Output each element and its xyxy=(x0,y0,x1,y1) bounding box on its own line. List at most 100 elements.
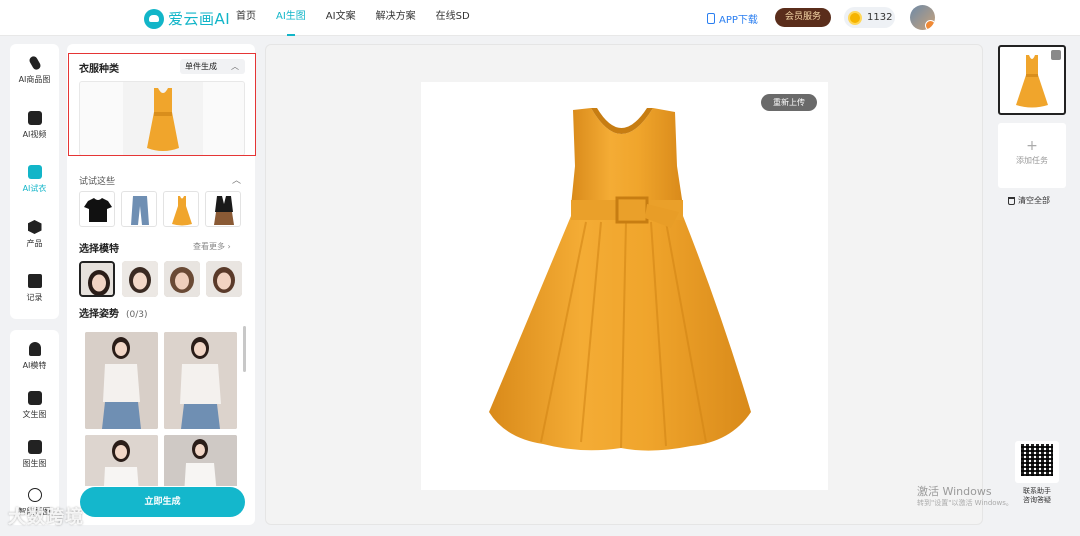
tshirt-icon xyxy=(84,198,112,222)
dress-icon xyxy=(172,196,192,226)
sidebar-item-label: AI模特 xyxy=(22,361,47,370)
phone-icon xyxy=(707,13,715,24)
nav-online-sd[interactable]: 在线SD xyxy=(436,0,470,36)
sidebar-item-label: 记录 xyxy=(26,293,43,302)
sidebar-item-label: 产品 xyxy=(26,239,43,248)
sidebar-item-ai-video[interactable]: AI视频 xyxy=(10,111,59,140)
sample-suit[interactable] xyxy=(205,191,241,227)
coin-balance-value: 1132 xyxy=(867,12,893,23)
sample-jeans[interactable] xyxy=(121,191,157,227)
nav-solutions[interactable]: 解决方案 xyxy=(376,0,416,36)
main-nav: 首页 AI生图 AI文案 解决方案 在线SD xyxy=(236,0,490,36)
pose-option-3[interactable] xyxy=(85,435,158,486)
model-option-2[interactable] xyxy=(122,261,158,297)
chevron-up-icon[interactable]: ︿ xyxy=(232,173,241,186)
windows-activation-hint: 转到"设置"以激活 Windows。 xyxy=(917,499,1013,507)
sample-tshirt[interactable] xyxy=(79,191,115,227)
try-these-title: 试试这些 xyxy=(79,177,116,187)
reupload-button[interactable]: 重新上传 xyxy=(761,94,817,111)
brush-icon xyxy=(27,54,42,72)
config-panel: 衣服种类 单件生成 ︿ 试试这些 ︿ 选择模特 查看更多 › 选择姿势 (0/3… xyxy=(67,44,255,525)
sidebar-item-label: AI试衣 xyxy=(22,184,47,193)
pose-list xyxy=(79,326,245,486)
see-more-link[interactable]: 查看更多 › xyxy=(193,241,231,252)
suit-icon xyxy=(214,196,234,225)
qr-label: 联系助手 咨询答疑 xyxy=(1019,487,1055,505)
app-download-label: APP下载 xyxy=(719,15,758,26)
generate-now-button[interactable]: 立即生成 xyxy=(80,487,245,517)
video-icon xyxy=(27,111,42,125)
windows-activation-title: 激活 Windows xyxy=(917,485,992,498)
sidebar-item-image-to-image[interactable]: 图生图 xyxy=(10,440,59,469)
cube-icon xyxy=(27,220,42,234)
choose-model-title: 选择模特 xyxy=(79,244,119,255)
single-generate-label: 单件生成 xyxy=(185,62,217,71)
sidebar-item-label: AI视频 xyxy=(22,130,47,139)
model-option-1[interactable] xyxy=(79,261,115,297)
model-face-icon xyxy=(206,261,242,297)
qr-code-icon xyxy=(1021,444,1053,476)
model-option-4[interactable] xyxy=(206,261,242,297)
garment-preview[interactable]: 重新上传 xyxy=(421,82,828,490)
sidebar-item-ai-model[interactable]: AI模特 xyxy=(10,342,59,371)
choose-pose-label: 选择姿势 xyxy=(79,309,119,320)
add-task-button[interactable]: + 添加任务 xyxy=(998,123,1066,188)
nav-ai-copy[interactable]: AI文案 xyxy=(326,0,356,36)
pose-option-4[interactable] xyxy=(164,435,237,486)
app-download-link[interactable]: APP下载 xyxy=(707,11,758,26)
dress-thumbnail-icon xyxy=(147,88,179,151)
single-generate-dropdown[interactable]: 单件生成 ︿ xyxy=(180,59,245,74)
pose-option-2[interactable] xyxy=(164,332,237,429)
sidebar-item-label: 图生图 xyxy=(22,459,47,468)
nav-ai-image[interactable]: AI生图 xyxy=(276,0,306,36)
sample-dress[interactable] xyxy=(163,191,199,227)
coin-icon xyxy=(848,10,862,25)
sidebar-item-label: AI商品图 xyxy=(18,75,51,84)
delete-task-icon[interactable] xyxy=(1051,50,1061,60)
qr-label-line1: 联系助手 xyxy=(1023,487,1051,495)
brand-watermark: 大数跨境 xyxy=(8,507,84,528)
sidebar-tools: AI商品图 AI视频 AI试衣 产品 记录 xyxy=(10,44,59,319)
nav-home[interactable]: 首页 xyxy=(236,0,256,36)
clipboard-icon xyxy=(27,274,42,288)
sidebar-item-product[interactable]: 产品 xyxy=(10,220,59,249)
pose-count: (0/3) xyxy=(125,310,148,320)
sidebar-generators: AI模特 文生图 图生图 智能拓图 xyxy=(10,330,59,525)
cloud-logo-icon xyxy=(144,8,164,29)
tryon-icon xyxy=(27,165,42,179)
user-avatar[interactable] xyxy=(910,5,935,30)
qr-label-line2: 咨询答疑 xyxy=(1023,496,1051,504)
sidebar-item-ai-product[interactable]: AI商品图 xyxy=(10,54,59,85)
sidebar-item-label: 文生图 xyxy=(22,410,47,419)
model-option-3[interactable] xyxy=(164,261,200,297)
image-image-icon xyxy=(27,440,42,454)
sidebar-item-ai-tryon[interactable]: AI试衣 xyxy=(10,165,59,194)
model-face-icon xyxy=(122,261,158,297)
top-navbar: 爱云画AI 首页 AI生图 AI文案 解决方案 在线SD APP下载 会员服务 … xyxy=(0,0,1080,36)
plus-icon: + xyxy=(1026,138,1038,154)
clear-all-button[interactable]: 清空全部 xyxy=(1008,195,1050,206)
sidebar-item-history[interactable]: 记录 xyxy=(10,274,59,303)
model-face-icon xyxy=(164,261,200,297)
logo[interactable]: 爱云画AI xyxy=(144,8,230,29)
expand-icon xyxy=(27,488,42,502)
preview-canvas: 重新上传 xyxy=(265,44,983,525)
pose-photo xyxy=(164,435,237,486)
pose-option-1[interactable] xyxy=(85,332,158,429)
dress-preview-image xyxy=(489,108,751,451)
coin-balance[interactable]: 1132 xyxy=(844,7,895,28)
trash-icon xyxy=(1008,196,1015,205)
uploaded-garment[interactable] xyxy=(79,81,245,156)
pose-photo xyxy=(85,332,158,429)
person-icon xyxy=(28,342,41,356)
see-more-label: 查看更多 xyxy=(193,242,225,251)
sidebar-item-text-to-image[interactable]: 文生图 xyxy=(10,391,59,420)
task-thumbnail[interactable] xyxy=(998,45,1066,115)
pose-photo xyxy=(85,435,158,486)
assistant-qr-code[interactable] xyxy=(1015,441,1059,483)
pose-list-scrollbar[interactable] xyxy=(243,326,246,372)
garment-image xyxy=(123,82,203,155)
vip-service-button[interactable]: 会员服务 xyxy=(775,8,831,27)
add-task-label: 添加任务 xyxy=(1016,156,1048,165)
pose-photo xyxy=(164,332,237,429)
